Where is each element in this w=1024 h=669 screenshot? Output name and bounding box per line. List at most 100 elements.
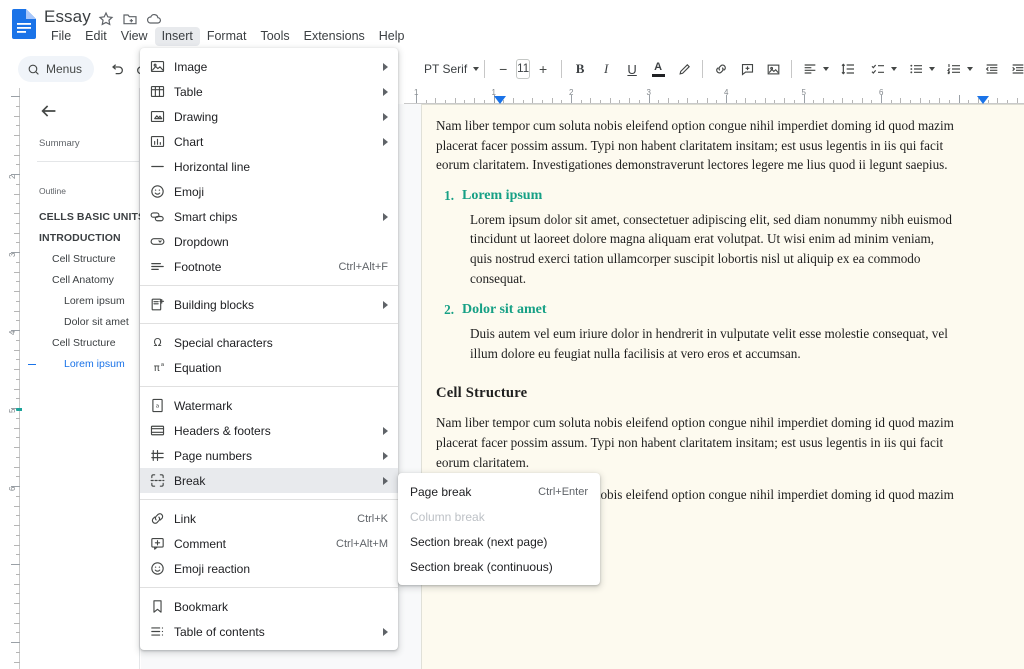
outline-item-6[interactable]: Cell Structure	[22, 333, 140, 354]
ruler-tick	[16, 554, 20, 556]
menu-item-emoji[interactable]: Emoji	[140, 179, 398, 204]
back-arrow-icon[interactable]	[38, 100, 60, 122]
document-title[interactable]: Essay	[44, 7, 91, 27]
ruler-tick-major	[11, 642, 20, 643]
checklist-icon	[871, 64, 885, 74]
add-comment-button[interactable]	[734, 56, 760, 82]
menu-item-headers-footers[interactable]: Headers & footers	[140, 418, 398, 443]
menu-item-comment[interactable]: Comment Ctrl+Alt+M	[140, 531, 398, 556]
menus-search-button[interactable]: Menus	[18, 56, 95, 82]
insert-image-button[interactable]	[760, 56, 786, 82]
ruler-tick-major	[958, 95, 960, 103]
text-color-button[interactable]: A	[645, 56, 671, 82]
ruler-tick	[16, 339, 20, 341]
submenu-item-label: Page break	[410, 484, 472, 499]
menu-extensions[interactable]: Extensions	[297, 27, 372, 46]
chevron-down-icon	[929, 67, 936, 71]
insert-link-button[interactable]	[708, 56, 734, 82]
outline-item-0[interactable]: CELLS BASIC UNITS OF LIFE	[22, 207, 140, 228]
highlight-color-button[interactable]	[671, 56, 697, 82]
smart-chips-icon	[150, 212, 164, 222]
font-family-selector[interactable]: PT Serif	[418, 62, 480, 76]
menu-item-equation[interactable]: π a Equation	[140, 355, 398, 380]
ruler-tick	[600, 100, 602, 103]
right-indent-marker[interactable]	[977, 96, 989, 104]
decrease-indent-button[interactable]	[979, 56, 1005, 82]
menus-label: Menus	[46, 62, 83, 76]
outline-item-2[interactable]: Cell Structure	[22, 249, 140, 270]
link-icon	[140, 510, 174, 527]
checklist-button[interactable]	[865, 56, 898, 82]
menu-tools[interactable]: Tools	[253, 27, 296, 46]
ruler-tick	[755, 100, 757, 103]
align-button[interactable]	[797, 56, 830, 82]
outline-item-7[interactable]: Lorem ipsum	[22, 354, 140, 375]
menu-item-break[interactable]: Break	[140, 468, 398, 493]
summary-label[interactable]: Summary	[39, 138, 80, 149]
decrease-font-size-button[interactable]: −	[490, 56, 516, 82]
submenu-arrow-icon	[383, 627, 388, 636]
bold-button[interactable]: B	[567, 56, 593, 82]
numbered-list-button[interactable]	[941, 56, 974, 82]
increase-indent-button[interactable]	[1005, 56, 1024, 82]
menu-item-image[interactable]: Image	[140, 54, 398, 79]
menu-edit[interactable]: Edit	[78, 27, 114, 46]
menu-item-table-of-contents[interactable]: Table of contents	[140, 619, 398, 644]
menu-view[interactable]: View	[114, 27, 155, 46]
menu-item-watermark[interactable]: a Watermark	[140, 393, 398, 418]
menu-item-bookmark[interactable]: Bookmark	[140, 594, 398, 619]
ruler-tick	[16, 495, 20, 497]
increase-font-size-button[interactable]: +	[530, 56, 556, 82]
ruler-tick	[16, 378, 20, 380]
submenu-item-section-break-next-page[interactable]: Section break (next page)	[398, 529, 600, 554]
menu-item-building-blocks[interactable]: Building blocks	[140, 292, 398, 317]
menu-item-label: Headers & footers	[174, 423, 271, 438]
line-spacing-button[interactable]	[835, 56, 861, 82]
cloud-saved-icon[interactable]	[146, 11, 162, 27]
move-to-folder-icon[interactable]	[122, 11, 138, 27]
menu-item-emoji-reaction[interactable]: Emoji reaction	[140, 556, 398, 581]
submenu-item-section-break-continuous[interactable]: Section break (continuous)	[398, 554, 600, 579]
undo-button[interactable]	[104, 56, 130, 82]
menu-item-smart-chips[interactable]: Smart chips	[140, 204, 398, 229]
menu-item-label: Equation	[174, 360, 222, 375]
menu-item-table[interactable]: Table	[140, 79, 398, 104]
outline-item-4[interactable]: Lorem ipsum	[22, 291, 140, 312]
left-indent-marker[interactable]	[494, 96, 506, 104]
menu-item-special-characters[interactable]: Ω Special characters	[140, 330, 398, 355]
menu-format[interactable]: Format	[200, 27, 254, 46]
ruler-tick	[16, 573, 20, 575]
bulleted-list-button[interactable]	[903, 56, 936, 82]
menu-item-footnote[interactable]: Footnote Ctrl+Alt+F	[140, 254, 398, 279]
menu-item-chart[interactable]: Chart	[140, 129, 398, 154]
search-icon	[28, 64, 39, 75]
ruler-tick	[997, 98, 999, 103]
italic-button[interactable]: I	[593, 56, 619, 82]
menu-file[interactable]: File	[44, 27, 78, 46]
ruler-tick	[16, 300, 20, 302]
ruler-tick	[851, 100, 853, 103]
submenu-item-page-break[interactable]: Page break Ctrl+Enter	[398, 479, 600, 504]
break-submenu[interactable]: Page break Ctrl+Enter Column break Section …	[398, 473, 600, 585]
menu-item-horizontal-line[interactable]: Horizontal line	[140, 154, 398, 179]
menu-item-drawing[interactable]: Drawing	[140, 104, 398, 129]
outline-item-1[interactable]: INTRODUCTION	[22, 228, 140, 249]
menu-help[interactable]: Help	[372, 27, 412, 46]
ruler-tick	[16, 593, 20, 595]
font-size-input[interactable]: 11	[516, 59, 531, 79]
decrease-indent-icon	[985, 64, 998, 74]
insert-menu[interactable]: Image Table Drawing Chart Horizontal line Emo…	[140, 48, 398, 650]
outline-label: Outline	[39, 186, 66, 196]
ruler-tick	[629, 98, 631, 103]
ruler-number: 1	[414, 88, 419, 97]
menu-item-page-numbers[interactable]: Page numbers	[140, 443, 398, 468]
star-icon[interactable]	[98, 11, 114, 27]
divider	[37, 161, 140, 162]
outline-item-5[interactable]: Dolor sit amet	[22, 312, 140, 333]
menu-item-dropdown[interactable]: Dropdown	[140, 229, 398, 254]
menu-insert[interactable]: Insert	[154, 27, 200, 46]
ruler-tick	[435, 98, 437, 103]
underline-button[interactable]: U	[619, 56, 645, 82]
outline-item-3[interactable]: Cell Anatomy	[22, 270, 140, 291]
menu-item-link[interactable]: Link Ctrl+K	[140, 506, 398, 531]
